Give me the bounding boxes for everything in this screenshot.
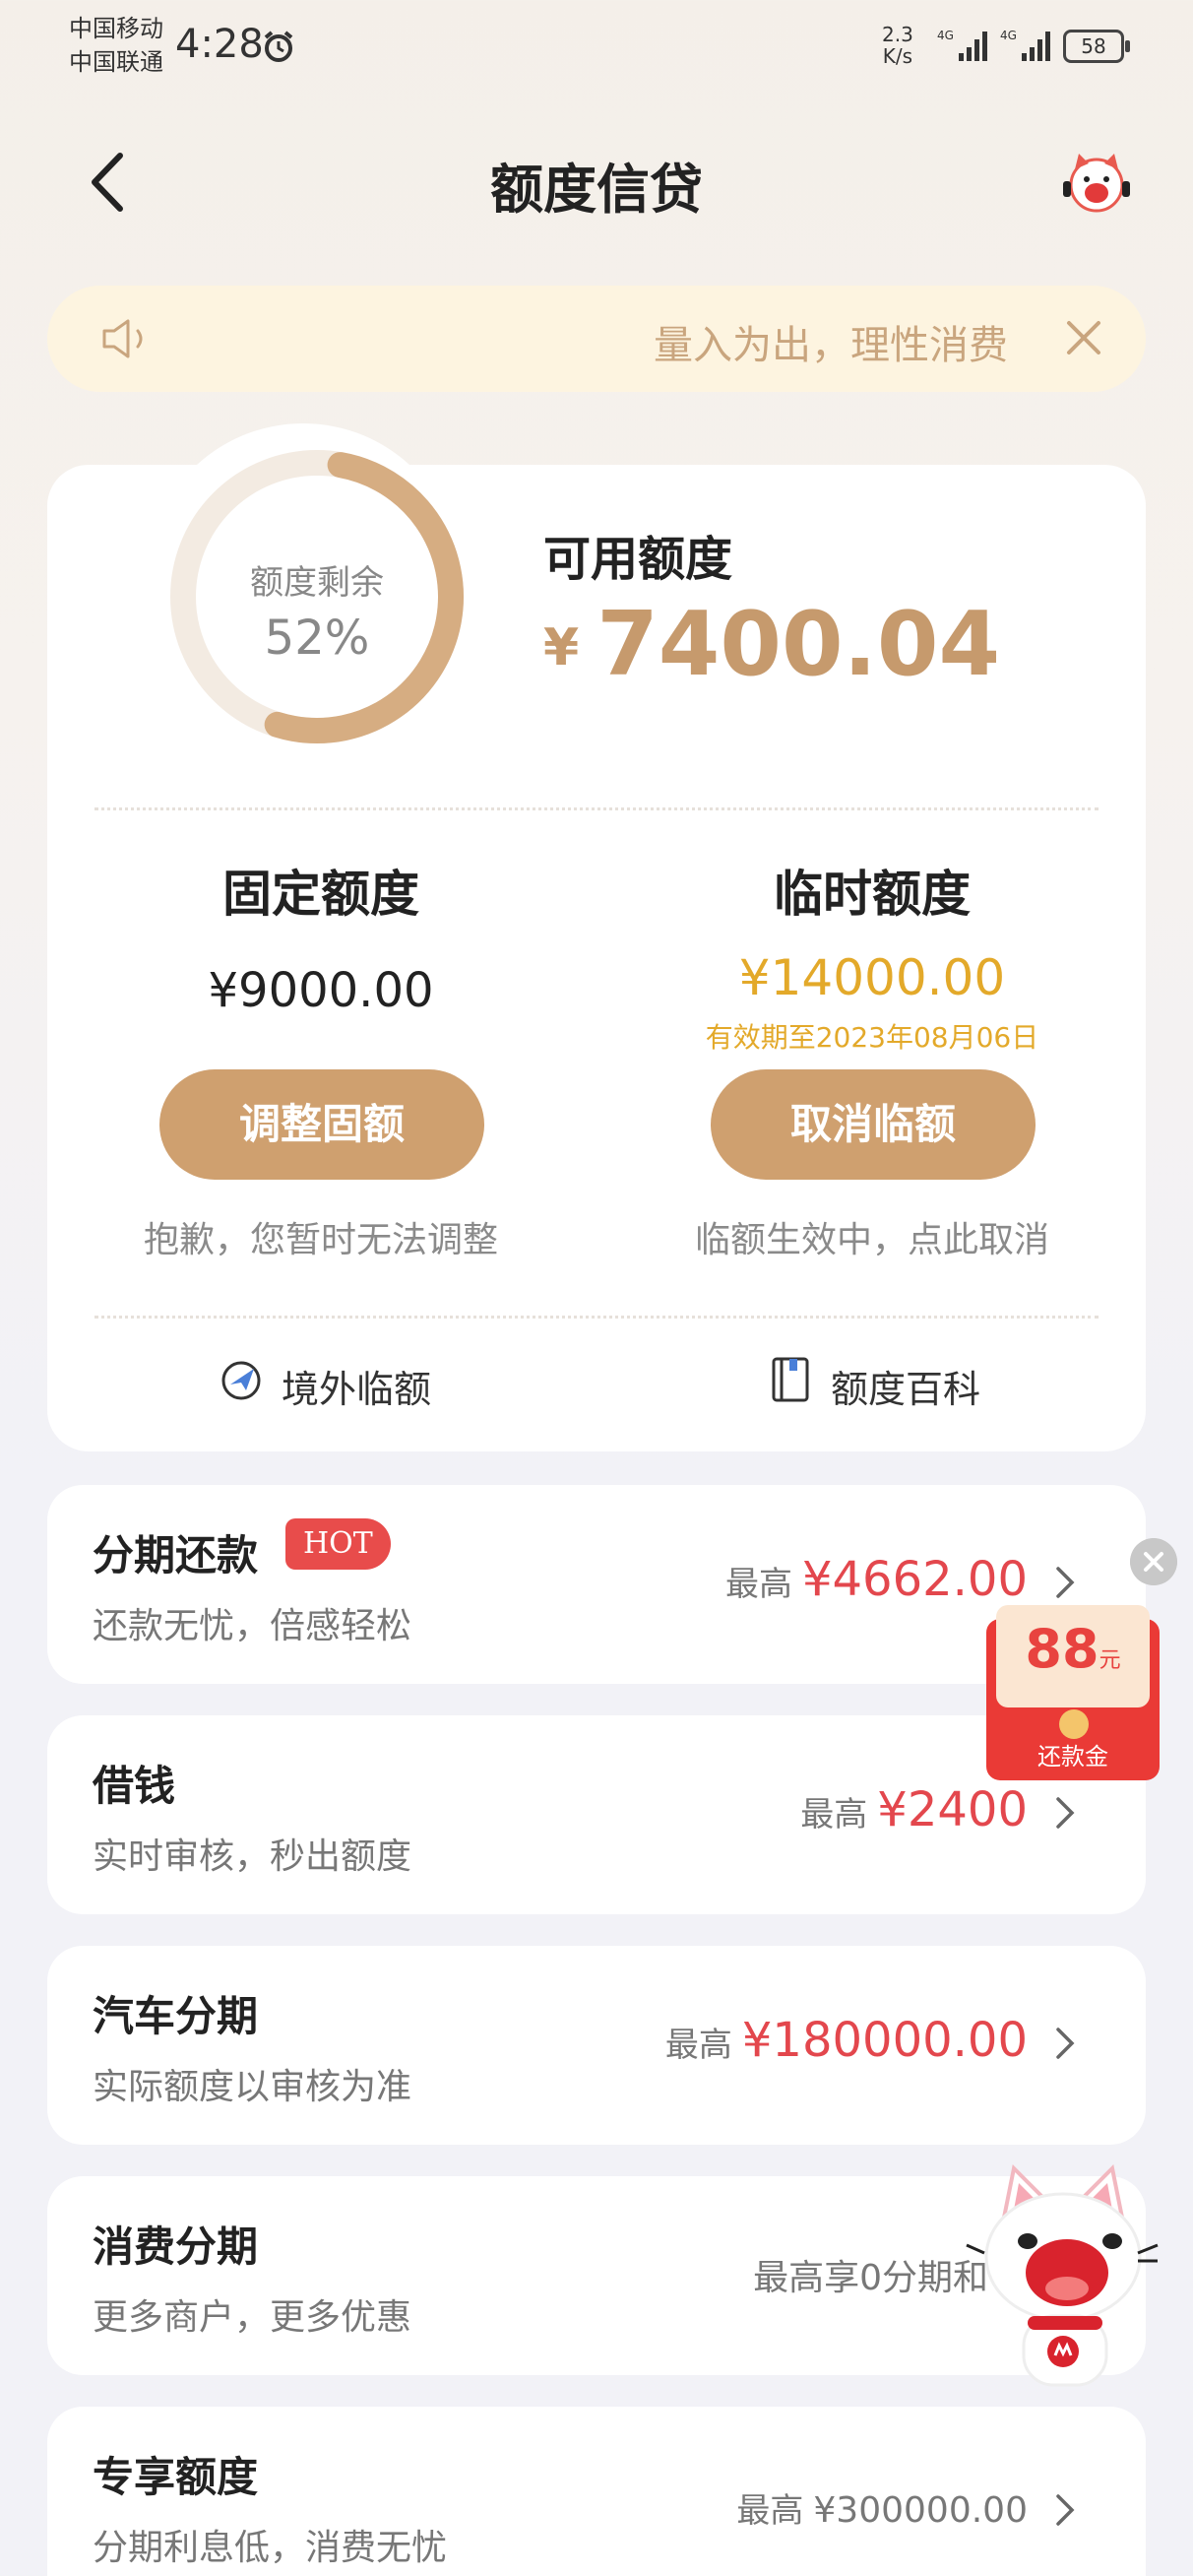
max-prefix: 最高 xyxy=(736,2491,804,2531)
max-amount: ¥2400 xyxy=(877,1782,1028,1837)
close-icon[interactable] xyxy=(1061,315,1106,360)
battery-indicator: 58 xyxy=(1063,30,1130,63)
signal-icon: 4G xyxy=(1000,29,1050,61)
temp-credit-title: 临时额度 xyxy=(774,866,971,923)
fixed-credit-amount: ¥9000.00 xyxy=(208,963,434,1018)
feature-subtitle: 实时审核，秒出额度 xyxy=(93,1836,412,1877)
overseas-temp-credit-link[interactable]: 境外临额 xyxy=(221,1359,432,1413)
feature-title: 消费分期 xyxy=(93,2222,259,2271)
max-prefix: 最高 xyxy=(724,1565,792,1604)
available-credit-amount: ¥7400.04 xyxy=(543,593,1000,696)
hot-badge: HOT xyxy=(285,1518,391,1570)
max-prefix: 最高 xyxy=(664,2026,732,2065)
svg-text:4G: 4G xyxy=(1000,29,1017,42)
feature-max-amount: 最高 ¥180000.00 xyxy=(665,2013,1028,2068)
alarm-icon xyxy=(264,31,293,62)
feature-installment-repay[interactable]: 分期还款 HOT 还款无忧，倍感轻松 最高 ¥4662.00 xyxy=(47,1485,1146,1684)
credit-card: 额度剩余 52% 可用额度 ¥7400.04 固定额度 ¥9000.00 临时额… xyxy=(47,423,1146,1451)
net-speed: 2.3 K/s xyxy=(882,24,913,67)
divider xyxy=(94,1316,1099,1319)
svg-text:4G: 4G xyxy=(937,29,954,42)
mascot-cat-icon[interactable] xyxy=(965,2158,1162,2395)
overseas-temp-credit-label: 境外临额 xyxy=(282,1368,432,1411)
feature-max-amount: 最高享0分期和 xyxy=(753,2249,988,2300)
feature-exclusive-credit[interactable]: 专享额度 分期利息低，消费无忧 最高 ¥300000.00 xyxy=(47,2407,1146,2576)
book-icon xyxy=(772,1357,809,1402)
temp-credit-note[interactable]: 临额生效中，点此取消 xyxy=(626,1211,1118,1262)
ring-percent: 52% xyxy=(264,611,370,666)
feature-title: 借钱 xyxy=(93,1762,176,1810)
feature-borrow[interactable]: 借钱 实时审核，秒出额度 最高 ¥2400 xyxy=(47,1715,1146,1914)
max-amount: ¥4662.00 xyxy=(801,1552,1028,1607)
red-packet-card: 88元 xyxy=(996,1605,1150,1707)
feature-car-installment[interactable]: 汽车分期 实际额度以审核为准 最高 ¥180000.00 xyxy=(47,1946,1146,2145)
red-packet-unit: 元 xyxy=(1099,1648,1121,1673)
notice-text: 量入为出，理性消费 xyxy=(654,323,1008,368)
close-float-icon[interactable] xyxy=(1130,1538,1177,1585)
net-speed-value: 2.3 xyxy=(882,23,913,46)
status-time: 4:28 xyxy=(175,22,264,67)
mascot-icon[interactable] xyxy=(1061,148,1132,219)
chevron-right-icon xyxy=(1056,2028,1075,2059)
fixed-credit-block: 固定额度 ¥9000.00 xyxy=(75,855,567,1018)
carrier-2: 中国联通 xyxy=(69,48,163,76)
feature-title: 分期还款 xyxy=(93,1531,259,1579)
cancel-temp-credit-button[interactable]: 取消临额 xyxy=(711,1069,1036,1180)
fixed-credit-title: 固定额度 xyxy=(222,866,419,923)
available-credit-label: 可用额度 xyxy=(543,532,733,587)
chevron-right-icon xyxy=(1056,1567,1075,1598)
temp-credit-validity: 有效期至2023年08月06日 xyxy=(705,1021,1039,1054)
fixed-credit-note: 抱歉，您暂时无法调整 xyxy=(143,1220,498,1260)
credit-wiki-link[interactable]: 额度百科 xyxy=(772,1357,981,1413)
net-speed-unit: K/s xyxy=(882,44,913,68)
max-amount: 最高享0分期和 xyxy=(753,2258,988,2298)
feature-subtitle: 实际额度以审核为准 xyxy=(93,2067,412,2107)
feature-max-amount: 最高 ¥4662.00 xyxy=(725,1552,1028,1607)
max-prefix: 最高 xyxy=(800,1795,868,1835)
red-packet-label: 还款金 xyxy=(1037,1743,1108,1771)
coin-icon xyxy=(1059,1709,1089,1739)
chevron-right-icon xyxy=(1056,1797,1075,1829)
globe-plane-icon xyxy=(221,1361,261,1400)
feature-max-amount: 最高 ¥300000.00 xyxy=(736,2483,1028,2532)
temp-credit-amount: ¥14000.00 xyxy=(738,949,1006,1006)
status-bar: 中国移动 中国联通 4:28 2.3 K/s 4G 4G 58 xyxy=(0,0,1193,89)
divider xyxy=(94,807,1099,810)
temp-credit-block: 临时额度 ¥14000.00 有效期至2023年08月06日 xyxy=(626,855,1118,1056)
credit-wiki-label: 额度百科 xyxy=(831,1368,981,1411)
feature-subtitle: 更多商户，更多优惠 xyxy=(93,2297,412,2338)
feature-max-amount: 最高 ¥2400 xyxy=(800,1782,1028,1837)
carrier-1: 中国移动 xyxy=(69,15,163,42)
max-amount: ¥300000.00 xyxy=(813,2490,1028,2531)
speaker-icon xyxy=(102,319,143,358)
max-amount: ¥180000.00 xyxy=(741,2013,1028,2068)
available-amount-value: 7400.04 xyxy=(596,593,1001,696)
page-title: 额度信贷 xyxy=(490,159,703,221)
feature-title: 专享额度 xyxy=(93,2453,259,2501)
feature-subtitle: 分期利息低，消费无忧 xyxy=(93,2528,448,2568)
chevron-right-icon xyxy=(1056,2494,1075,2526)
notice-bar: 量入为出，理性消费 xyxy=(47,286,1146,392)
red-packet-amount: 88 xyxy=(1025,1618,1099,1680)
currency-symbol: ¥ xyxy=(543,618,580,677)
signal-icon: 4G xyxy=(937,29,987,61)
feature-subtitle: 还款无忧，倍感轻松 xyxy=(93,1606,412,1646)
adjust-fixed-credit-button[interactable]: 调整固额 xyxy=(159,1069,484,1180)
feature-title: 汽车分期 xyxy=(93,1992,259,2040)
repayment-bonus-red-packet[interactable]: 88元 还款金 xyxy=(986,1605,1160,1780)
ring-label: 额度剩余 xyxy=(250,563,384,603)
carrier-names: 中国移动 中国联通 xyxy=(69,12,163,79)
